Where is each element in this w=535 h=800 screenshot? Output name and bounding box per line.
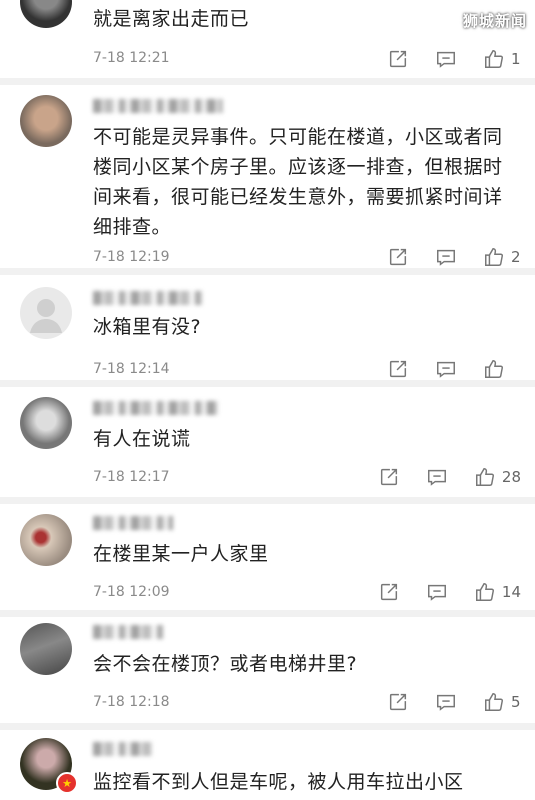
comment-icon bbox=[437, 249, 455, 266]
comment-button[interactable] bbox=[426, 581, 448, 603]
comment-button[interactable] bbox=[435, 691, 457, 713]
share-icon bbox=[380, 468, 397, 486]
share-icon bbox=[389, 360, 407, 378]
comment-icon bbox=[427, 584, 446, 601]
username[interactable] bbox=[93, 291, 203, 305]
separator bbox=[0, 723, 535, 730]
thumbs-up-icon bbox=[475, 583, 494, 601]
avatar[interactable] bbox=[20, 397, 72, 449]
comment-actions: 2 bbox=[361, 246, 521, 268]
share-icon bbox=[389, 50, 407, 68]
comment-time: 7-18 12:09 bbox=[93, 584, 170, 600]
avatar[interactable] bbox=[20, 514, 72, 566]
avatar[interactable] bbox=[20, 287, 72, 339]
thumbs-up-icon bbox=[485, 360, 503, 378]
comment-button[interactable] bbox=[435, 246, 457, 268]
avatar[interactable] bbox=[20, 0, 72, 28]
default-avatar-icon bbox=[30, 299, 62, 333]
like-count: 28 bbox=[501, 468, 521, 486]
separator bbox=[0, 610, 535, 617]
comment-button[interactable] bbox=[435, 48, 457, 70]
comment-item: 冰箱里有没? 7-18 12:14 bbox=[0, 275, 535, 380]
thumbs-up-icon bbox=[485, 50, 503, 68]
avatar[interactable] bbox=[20, 95, 72, 147]
comment-text: 会不会在楼顶？或者电梯井里? bbox=[93, 653, 358, 675]
share-button[interactable] bbox=[378, 581, 400, 603]
thumbs-up-icon bbox=[485, 248, 503, 266]
like-button[interactable]: 14 bbox=[474, 581, 521, 603]
username[interactable] bbox=[93, 625, 163, 639]
comment-text: 在楼里某一户人家里 bbox=[93, 543, 269, 565]
thumbs-up-icon bbox=[475, 468, 494, 486]
comment-text: 就是离家出走而已 bbox=[93, 8, 250, 30]
share-button[interactable] bbox=[387, 691, 409, 713]
comment-time: 7-18 12:17 bbox=[93, 469, 170, 485]
comment-time: 7-18 12:19 bbox=[93, 249, 170, 265]
comment-text: 有人在说谎 bbox=[93, 428, 191, 450]
username[interactable] bbox=[93, 401, 218, 415]
share-button[interactable] bbox=[378, 466, 400, 488]
like-button[interactable]: 1 bbox=[483, 48, 521, 70]
like-count: 1 bbox=[511, 50, 521, 68]
comment-item: ★ 监控看不到人但是车呢，被人用车拉出小区 bbox=[0, 730, 535, 800]
share-icon bbox=[389, 248, 407, 266]
like-count: 5 bbox=[511, 693, 521, 711]
comment-time: 7-18 12:14 bbox=[93, 361, 170, 377]
separator bbox=[0, 380, 535, 387]
separator bbox=[0, 78, 535, 85]
comment-text: 不可能是灵异事件。只可能在楼道，小区或者同楼同小区某个房子里。应该逐一排查，但根… bbox=[93, 126, 503, 238]
share-button[interactable] bbox=[387, 358, 409, 380]
comment-actions: 28 bbox=[352, 466, 521, 488]
comment-text: 监控看不到人但是车呢，被人用车拉出小区 bbox=[93, 771, 464, 793]
like-count: 2 bbox=[511, 248, 521, 266]
comment-item: 就是离家出走而已 7-18 12:21 1 bbox=[0, 0, 535, 78]
share-button[interactable] bbox=[387, 246, 409, 268]
thumbs-up-icon bbox=[485, 693, 503, 711]
comment-button[interactable] bbox=[426, 466, 448, 488]
comment-icon bbox=[437, 694, 455, 711]
vip-badge-icon: ★ bbox=[56, 772, 78, 794]
comment-text: 冰箱里有没? bbox=[93, 316, 202, 338]
comment-time: 7-18 12:21 bbox=[93, 50, 170, 66]
like-count: 14 bbox=[501, 583, 521, 601]
like-button[interactable] bbox=[483, 358, 521, 380]
comment-icon bbox=[437, 51, 455, 68]
comment-icon bbox=[437, 361, 455, 378]
share-icon bbox=[389, 693, 407, 711]
share-icon bbox=[380, 583, 397, 601]
like-button[interactable]: 28 bbox=[474, 466, 521, 488]
username[interactable] bbox=[93, 99, 223, 113]
share-button[interactable] bbox=[387, 48, 409, 70]
avatar[interactable] bbox=[20, 623, 72, 675]
comment-button[interactable] bbox=[435, 358, 457, 380]
separator bbox=[0, 268, 535, 275]
like-button[interactable]: 5 bbox=[483, 691, 521, 713]
watermark: 狮城新闻 bbox=[462, 12, 527, 30]
like-button[interactable]: 2 bbox=[483, 246, 521, 268]
separator bbox=[0, 497, 535, 504]
comment-item: 有人在说谎 7-18 12:17 28 bbox=[0, 387, 535, 497]
comment-time: 7-18 12:18 bbox=[93, 694, 170, 710]
username[interactable] bbox=[93, 516, 173, 530]
comment-item: 会不会在楼顶？或者电梯井里? 7-18 12:18 5 bbox=[0, 617, 535, 723]
comment-icon bbox=[427, 469, 446, 486]
username[interactable] bbox=[93, 742, 153, 756]
comment-actions: 1 bbox=[361, 48, 521, 70]
comment-actions bbox=[361, 358, 521, 380]
comment-actions: 5 bbox=[361, 691, 521, 713]
comment-actions: 14 bbox=[352, 581, 521, 603]
comment-item: 在楼里某一户人家里 7-18 12:09 14 bbox=[0, 504, 535, 610]
comment-item: 不可能是灵异事件。只可能在楼道，小区或者同楼同小区某个房子里。应该逐一排查，但根… bbox=[0, 85, 535, 268]
